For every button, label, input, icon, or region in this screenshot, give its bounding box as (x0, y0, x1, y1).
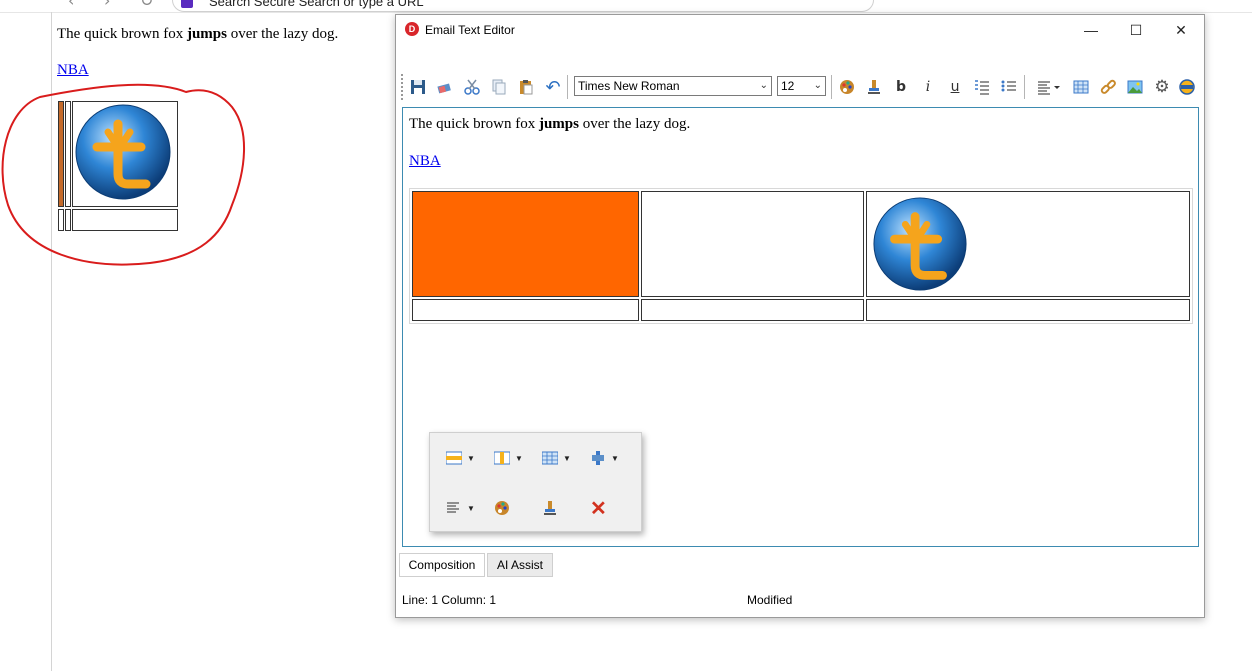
address-text: Search Secure Search or type a URL (209, 0, 424, 9)
italic-button[interactable]: i (917, 76, 939, 98)
align-button[interactable]: ▼ (446, 497, 484, 519)
save-icon[interactable] (407, 76, 429, 98)
insert-row-button[interactable]: ▼ (446, 447, 484, 469)
maximize-button[interactable]: ☐ (1113, 15, 1159, 45)
orange-table-cell[interactable] (412, 191, 639, 297)
minimize-button[interactable]: — (1068, 15, 1114, 45)
app-logo-icon (873, 197, 967, 291)
app-icon: D (405, 22, 419, 36)
forward-icon[interactable]: › (104, 0, 110, 10)
chevron-down-icon: ▼ (563, 453, 571, 463)
empty-table-cell[interactable] (641, 191, 864, 297)
status-bar: Line: 1 Column: 1 Modified (396, 589, 1204, 617)
search-engine-icon (181, 0, 193, 8)
font-family-select[interactable]: Times New Roman ⌄ (574, 76, 772, 96)
table-cell[interactable] (641, 299, 864, 321)
toolbar-separator (567, 75, 568, 99)
numbered-list-icon[interactable] (971, 76, 993, 98)
chevron-down-icon: ⌄ (759, 80, 768, 91)
align-icon[interactable] (1035, 76, 1065, 98)
logo-table-cell[interactable] (866, 191, 1190, 297)
annotation-circle (1, 83, 246, 266)
color-button[interactable] (494, 497, 532, 519)
browser-toolbar: ‹ › ↻ Search Secure Search or type a URL (0, 0, 1252, 13)
table-context-menu: ▼ ▼ ▼ ▼ ▼ ✕ (429, 432, 642, 532)
toolbar-grip[interactable] (401, 74, 405, 100)
highlight-button[interactable] (542, 497, 580, 519)
merge-cells-button[interactable]: ▼ (590, 447, 628, 469)
delete-icon: ✕ (590, 497, 607, 520)
window-title: Email Text Editor (425, 23, 515, 37)
merge-cells-icon (592, 451, 604, 465)
highlighter-icon (544, 501, 556, 515)
insert-column-button[interactable]: ▼ (494, 447, 532, 469)
insert-row-icon (446, 451, 462, 465)
cell-properties-icon (542, 451, 558, 465)
palette-icon (495, 501, 509, 515)
table-cell[interactable] (412, 299, 639, 321)
eraser-icon[interactable] (434, 76, 456, 98)
cut-icon[interactable] (461, 76, 483, 98)
back-icon[interactable]: ‹ (68, 0, 74, 10)
tab-ai-assist[interactable]: AI Assist (487, 553, 553, 577)
copy-icon[interactable] (488, 76, 510, 98)
undo-icon[interactable]: ↶ (542, 76, 564, 98)
chevron-down-icon: ▼ (467, 503, 475, 513)
preview-sentence: The quick brown fox jumps over the lazy … (57, 26, 339, 42)
paste-icon[interactable] (515, 76, 537, 98)
align-icon (447, 502, 459, 513)
image-icon[interactable] (1124, 76, 1146, 98)
html-icon[interactable] (1176, 76, 1198, 98)
palette-icon[interactable] (836, 76, 858, 98)
font-size-select[interactable]: 12 ⌄ (777, 76, 826, 96)
cell-properties-button[interactable]: ▼ (542, 447, 580, 469)
editor-sentence[interactable]: The quick brown fox jumps over the lazy … (409, 116, 690, 133)
highlighter-icon[interactable] (863, 76, 885, 98)
chevron-down-icon: ▼ (611, 453, 619, 463)
close-button[interactable]: ✕ (1158, 15, 1204, 45)
delete-table-button[interactable]: ✕ (590, 497, 628, 520)
insert-column-icon (494, 451, 510, 465)
chevron-down-icon: ▼ (515, 453, 523, 463)
bold-button[interactable]: b (890, 76, 912, 98)
toolbar-separator (831, 75, 832, 99)
toolbar-separator (1024, 75, 1025, 99)
table-icon[interactable] (1070, 76, 1092, 98)
email-text-editor-window: D Email Text Editor — ☐ ✕ ↶ Times New Ro… (395, 14, 1205, 618)
link-icon[interactable] (1097, 76, 1119, 98)
editor-area[interactable]: The quick brown fox jumps over the lazy … (402, 107, 1199, 547)
tab-composition[interactable]: Composition (399, 553, 485, 577)
chevron-down-icon: ⌄ (813, 80, 822, 91)
editor-nba-link[interactable]: NBA (409, 153, 441, 170)
address-bar[interactable]: Search Secure Search or type a URL (172, 0, 874, 12)
underline-button[interactable]: u (944, 76, 966, 98)
cursor-position: Line: 1 Column: 1 (402, 593, 497, 607)
reload-icon[interactable]: ↻ (140, 0, 153, 10)
settings-icon[interactable]: ⚙ (1151, 76, 1173, 98)
bullet-list-icon[interactable] (998, 76, 1020, 98)
table-cell[interactable] (866, 299, 1190, 321)
editor-table[interactable] (409, 188, 1193, 324)
chevron-down-icon: ▼ (467, 453, 475, 463)
document-status: Modified (747, 593, 793, 607)
formatting-toolbar: ↶ Times New Roman ⌄ 12 ⌄ b i u ⚙ (399, 72, 1201, 102)
